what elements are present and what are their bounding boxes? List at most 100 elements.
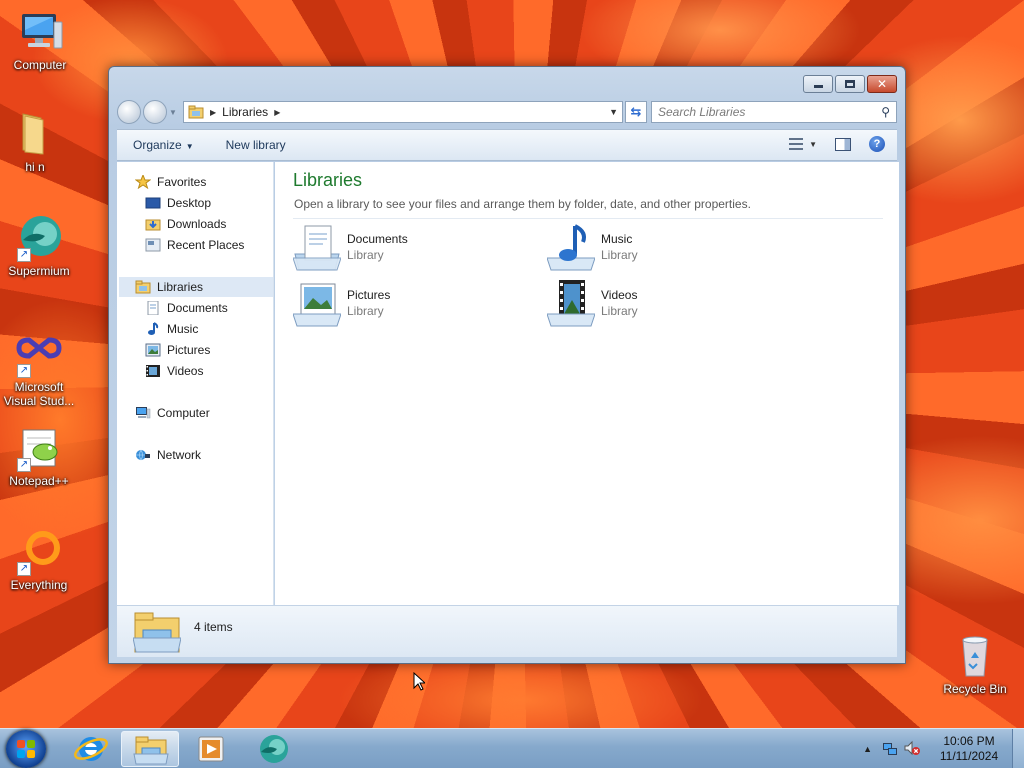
nav-item-label: Music [167, 322, 199, 336]
nav-item-videos[interactable]: Videos [145, 361, 203, 381]
supermium-icon: ↗ [15, 214, 63, 262]
new-library-button[interactable]: New library [226, 138, 286, 152]
windows-explorer-icon [133, 736, 169, 765]
command-bar: Organize ▼ New library ▼ ? [117, 129, 897, 161]
window-controls: ✕ [803, 75, 897, 93]
everything-icon: ↗ [15, 528, 63, 576]
navigation-row: ▼ ▶ Libraries ▶ ▼ ⇆ Search Libraries ⚲ [117, 99, 897, 125]
desktop-icon-label: hi n [25, 160, 45, 174]
recent-places-icon [145, 238, 161, 252]
taskbar-supermium[interactable] [245, 731, 303, 767]
back-button[interactable] [117, 100, 141, 124]
clock-date: 11/11/2024 [939, 749, 999, 763]
library-name: Videos [601, 288, 638, 302]
library-name: Music [601, 232, 633, 246]
library-name: Documents [347, 232, 408, 246]
chevron-down-icon: ▼ [185, 142, 194, 151]
nav-item-recent-places[interactable]: Recent Places [145, 235, 244, 255]
recent-pages-dropdown[interactable]: ▼ [169, 108, 179, 117]
close-button[interactable]: ✕ [867, 75, 897, 93]
maximize-button[interactable] [835, 75, 865, 93]
divider [293, 218, 883, 219]
nav-item-label: Desktop [167, 196, 212, 210]
libraries-large-icon [132, 610, 182, 654]
search-icon[interactable]: ⚲ [881, 105, 890, 119]
network-status-icon[interactable] [882, 740, 898, 759]
views-icon [789, 138, 804, 150]
nav-item-label: Recent Places [167, 238, 245, 252]
page-title: Libraries [293, 170, 363, 190]
minimize-button[interactable] [803, 75, 833, 93]
nav-favorites-label: Favorites [157, 175, 207, 189]
minimize-icon [813, 85, 823, 88]
supermium-icon [260, 735, 288, 763]
documents-icon [145, 300, 161, 316]
desktop-icon-label: Recycle Bin [943, 682, 1007, 696]
desktop-icon-folder[interactable]: hi n [0, 110, 75, 174]
breadcrumb-separator-icon[interactable]: ▶ [210, 108, 216, 117]
address-dropdown-icon[interactable]: ▼ [609, 107, 618, 117]
library-item-videos[interactable]: Videos Library [546, 280, 767, 330]
desktop-icon-everything[interactable]: ↗ Everything [0, 528, 79, 592]
forward-button[interactable] [143, 100, 167, 124]
taskbar: ▲ 10:06 PM 11/11/2024 [0, 728, 1024, 768]
taskbar-windows-explorer[interactable] [121, 731, 179, 767]
videos-library-icon [546, 280, 596, 328]
organize-button[interactable]: Organize ▼ [133, 138, 194, 152]
nav-item-label: Downloads [167, 217, 227, 231]
music-library-icon [546, 224, 596, 272]
breadcrumb-separator-icon[interactable]: ▶ [274, 108, 280, 117]
nav-item-pictures[interactable]: Pictures [145, 340, 210, 360]
pictures-library-icon [292, 280, 342, 328]
volume-muted-icon[interactable] [904, 740, 920, 759]
nav-libraries-label: Libraries [157, 280, 204, 294]
maximize-icon [845, 80, 855, 88]
show-hidden-icons-button[interactable]: ▲ [863, 744, 872, 754]
desktop-icon-computer[interactable]: Computer [0, 8, 80, 72]
start-button[interactable] [6, 730, 46, 768]
breadcrumb-libraries[interactable]: Libraries [222, 105, 268, 119]
shortcut-arrow-icon: ↗ [17, 458, 31, 472]
show-desktop-button[interactable] [1012, 729, 1024, 768]
desktop-icon-supermium[interactable]: ↗ Supermium [0, 214, 79, 278]
star-icon [134, 173, 152, 190]
shortcut-arrow-icon: ↗ [17, 364, 31, 378]
shortcut-arrow-icon: ↗ [17, 562, 31, 576]
clock[interactable]: 10:06 PM 11/11/2024 [934, 734, 1004, 764]
library-item-pictures[interactable]: Pictures Library [292, 280, 513, 330]
library-item-documents[interactable]: Documents Library [292, 224, 513, 274]
desktop-icon-label: Supermium [8, 264, 70, 278]
recycle-bin-icon [951, 632, 999, 680]
help-button[interactable]: ? [869, 136, 885, 152]
desktop-icon-visual-studio[interactable]: ↗ Microsoft Visual Stud... [0, 330, 79, 408]
change-view-button[interactable]: ▼ [789, 138, 817, 150]
folder-icon [11, 110, 59, 158]
nav-item-music[interactable]: Music [145, 319, 198, 339]
nav-item-label: Pictures [167, 343, 211, 357]
nav-network[interactable]: Network [135, 445, 201, 465]
nav-favorites[interactable]: Favorites [134, 172, 207, 192]
nav-computer-label: Computer [157, 406, 210, 420]
desktop-icon [145, 196, 161, 210]
address-bar[interactable]: ▶ Libraries ▶ ▼ [183, 101, 623, 123]
nav-item-documents[interactable]: Documents [145, 298, 228, 318]
nav-item-desktop[interactable]: Desktop [145, 193, 211, 213]
desktop-icon-recycle-bin[interactable]: Recycle Bin [935, 632, 1015, 696]
nav-item-downloads[interactable]: Downloads [145, 214, 226, 234]
nav-item-label: Videos [167, 364, 204, 378]
taskbar-internet-explorer[interactable] [62, 731, 120, 767]
preview-pane-button[interactable] [835, 137, 851, 151]
libraries-small-icon [188, 105, 204, 119]
refresh-button[interactable]: ⇆ [625, 101, 647, 123]
explorer-window: ✕ ▼ ▶ Libraries ▶ ▼ ⇆ Search Libraries ⚲… [108, 66, 906, 664]
system-tray: ▲ 10:06 PM 11/11/2024 [863, 729, 1024, 768]
desktop-icon-notepadpp[interactable]: ↗ Notepad++ [0, 424, 79, 488]
organize-label: Organize [133, 138, 182, 152]
taskbar-media-player[interactable] [182, 731, 240, 767]
nav-computer[interactable]: Computer [135, 403, 210, 423]
desktop-icon-label: Notepad++ [9, 474, 69, 488]
mouse-cursor-icon [413, 672, 425, 691]
nav-libraries[interactable]: Libraries [119, 277, 273, 297]
library-item-music[interactable]: Music Library [546, 224, 767, 274]
search-input[interactable]: Search Libraries ⚲ [651, 101, 897, 123]
